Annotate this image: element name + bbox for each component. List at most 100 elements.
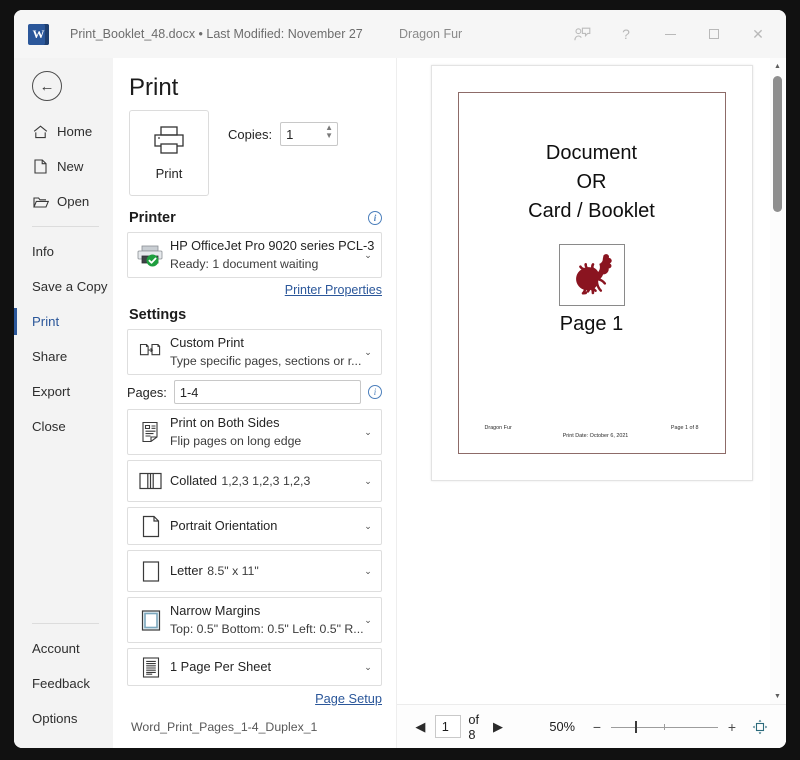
pages-per-sheet-title: 1 Page Per Sheet — [170, 659, 272, 674]
printer-section-label: Printer — [129, 210, 176, 226]
pages-per-sheet-dropdown[interactable]: 1 Page Per Sheet ⌄ — [127, 648, 382, 686]
page-number-input[interactable]: 1 — [434, 715, 462, 738]
sidebar-item-label: Close — [32, 419, 66, 434]
print-button[interactable]: Print — [129, 110, 209, 196]
printer-properties-link[interactable]: Printer Properties — [127, 283, 382, 297]
footer-left-text: Dragon Fur — [484, 425, 512, 431]
margins-dropdown[interactable]: Narrow Margins Top: 0.5" Bottom: 0.5" Le… — [127, 597, 382, 643]
sidebar-item-feedback[interactable]: Feedback — [14, 666, 113, 701]
sidebar-item-info[interactable]: Info — [14, 234, 113, 269]
title-bar: W Print_Booklet_48.docx • Last Modified:… — [14, 10, 786, 58]
image-frame — [558, 244, 625, 306]
scrollbar-thumb[interactable] — [773, 76, 782, 212]
sidebar-item-label: Account — [32, 641, 80, 656]
doc-line-2: OR — [576, 171, 607, 193]
chevron-down-icon[interactable]: ⌄ — [361, 347, 375, 358]
sidebar-item-options[interactable]: Options — [14, 701, 113, 736]
duplex-dropdown[interactable]: Print on Both Sides Flip pages on long e… — [127, 409, 382, 455]
previous-page-button[interactable]: ◀ — [413, 716, 428, 738]
printer-icon — [152, 125, 186, 160]
sidebar-divider-2 — [32, 623, 99, 624]
sidebar-item-label: Open — [57, 194, 90, 209]
pages-info-icon[interactable]: i — [368, 385, 382, 399]
zoom-in-button[interactable]: + — [724, 719, 740, 735]
scroll-down-arrow-icon[interactable]: ▼ — [770, 688, 785, 704]
paper-size-dropdown[interactable]: Letter 8.5" x 11" ⌄ — [127, 550, 382, 592]
copies-spinner-arrows[interactable]: ▲ ▼ — [325, 124, 333, 140]
home-icon — [32, 124, 49, 140]
page-count-label: of 8 — [468, 711, 480, 742]
close-button[interactable]: ✕ — [736, 14, 780, 54]
settings-section-label: Settings — [129, 307, 187, 323]
chevron-down-icon[interactable]: ⌄ — [361, 250, 375, 261]
spinner-down-icon[interactable]: ▼ — [325, 132, 333, 140]
desktop-background: W Print_Booklet_48.docx • Last Modified:… — [0, 0, 800, 760]
print-button-label: Print — [155, 166, 183, 181]
sidebar-item-new[interactable]: New — [14, 149, 113, 184]
back-arrow-icon[interactable]: ← — [32, 71, 62, 101]
margins-text: Narrow Margins Top: 0.5" Bottom: 0.5" Le… — [168, 602, 364, 638]
paper-size-text: Letter 8.5" x 11" — [168, 562, 361, 580]
sidebar-item-label: Print — [32, 314, 60, 329]
print-action-row: Print Copies: 1 ▲ ▼ — [127, 110, 382, 196]
sidebar-item-save-a-copy[interactable]: Save a Copy — [14, 269, 113, 304]
chevron-down-icon[interactable]: ⌄ — [361, 566, 375, 577]
margins-subtitle: Top: 0.5" Bottom: 0.5" Left: 0.5" R... — [170, 622, 364, 636]
printer-name: HP OfficeJet Pro 9020 series PCL-3 — [170, 238, 375, 253]
sidebar-item-home[interactable]: Home — [14, 114, 113, 149]
pages-row: Pages: 1-4 i — [127, 380, 382, 404]
minimize-button[interactable] — [648, 14, 692, 54]
duplex-title: Print on Both Sides — [170, 415, 280, 430]
zoom-out-button[interactable]: − — [589, 719, 605, 735]
zoom-slider-thumb[interactable] — [635, 720, 637, 733]
share-person-icon[interactable] — [560, 14, 604, 54]
page-border: Document OR Card / Booklet Page 1 Dragon… — [457, 92, 726, 454]
document-title: Print_Booklet_48.docx • Last Modified: N… — [70, 27, 363, 41]
chevron-down-icon[interactable]: ⌄ — [361, 521, 375, 532]
sidebar-item-label: New — [57, 159, 84, 174]
doc-line-1: Document — [545, 142, 638, 164]
printer-dropdown[interactable]: HP OfficeJet Pro 9020 series PCL-3 Ready… — [127, 232, 382, 278]
collated-icon — [134, 470, 168, 492]
page-setup-link[interactable]: Page Setup — [127, 691, 382, 706]
duplex-icon — [134, 420, 168, 444]
chevron-down-icon[interactable]: ⌄ — [361, 427, 375, 438]
zoom-percent-label: 50% — [549, 719, 575, 734]
zoom-slider[interactable] — [611, 719, 718, 735]
sidebar-item-print[interactable]: Print — [14, 304, 113, 339]
sidebar-item-export[interactable]: Export — [14, 374, 113, 409]
chevron-down-icon[interactable]: ⌄ — [361, 615, 375, 626]
printer-status: Ready: 1 document waiting — [170, 257, 319, 271]
print-range-dropdown[interactable]: Custom Print Type specific pages, sectio… — [127, 329, 382, 375]
sidebar-item-open[interactable]: Open — [14, 184, 113, 219]
zoom-to-page-icon[interactable] — [750, 717, 770, 737]
margins-icon — [134, 609, 168, 632]
custom-print-icon — [134, 341, 168, 363]
chevron-down-icon[interactable]: ⌄ — [361, 476, 375, 487]
window-body: ← Home New Open Info Save a Copy Print S… — [14, 58, 786, 748]
preview-vertical-scrollbar[interactable]: ▲ ▼ — [770, 58, 785, 704]
footer-line-1: Dragon Fur Page 1 of 8 — [471, 425, 713, 431]
pages-input[interactable]: 1-4 — [173, 380, 361, 404]
footer-print-date: Print Date: October 6, 2021 — [562, 433, 629, 439]
backstage-sidebar: ← Home New Open Info Save a Copy Print S… — [14, 58, 113, 748]
rooster-illustration — [575, 254, 612, 295]
sidebar-item-account[interactable]: Account — [14, 631, 113, 666]
next-page-button[interactable]: ▶ — [491, 716, 506, 738]
chevron-down-icon[interactable]: ⌄ — [361, 662, 375, 673]
orientation-dropdown[interactable]: Portrait Orientation ⌄ — [127, 507, 382, 545]
preview-canvas[interactable]: Document OR Card / Booklet Page 1 Dragon… — [397, 58, 786, 704]
scrollbar-track[interactable] — [770, 74, 785, 688]
scroll-up-arrow-icon[interactable]: ▲ — [770, 58, 785, 74]
preview-bottom-bar: ◀ 1 of 8 ▶ 50% − + — [397, 704, 786, 748]
printer-info-icon[interactable]: i — [368, 211, 382, 225]
settings-section-header: Settings — [129, 307, 382, 323]
sidebar-item-close[interactable]: Close — [14, 409, 113, 444]
portrait-icon — [134, 515, 168, 538]
sidebar-item-share[interactable]: Share — [14, 339, 113, 374]
maximize-button[interactable] — [692, 14, 736, 54]
collation-dropdown[interactable]: Collated 1,2,3 1,2,3 1,2,3 ⌄ — [127, 460, 382, 502]
help-icon[interactable]: ? — [604, 14, 648, 54]
copies-stepper[interactable]: 1 ▲ ▼ — [280, 122, 339, 146]
open-folder-icon — [32, 194, 49, 210]
